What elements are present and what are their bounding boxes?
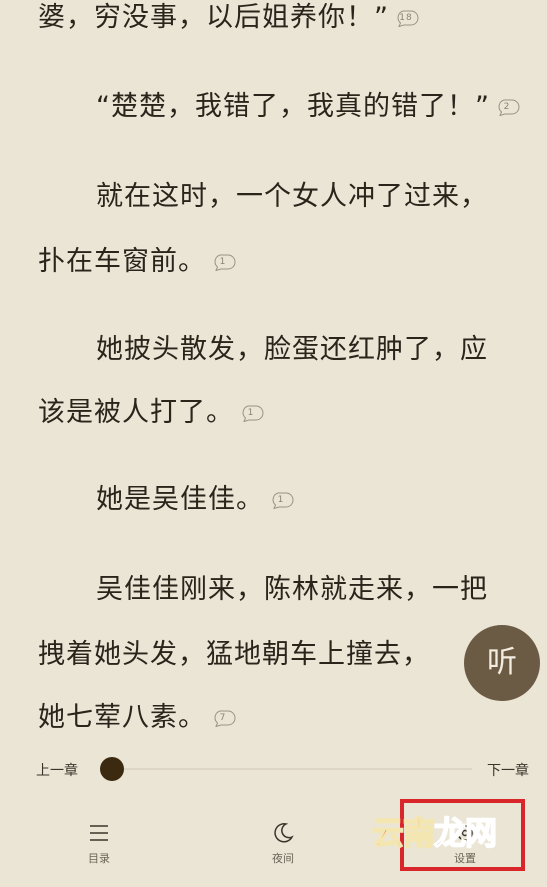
comment-count: 18 — [399, 13, 413, 23]
moon-icon — [243, 820, 323, 846]
paragraph: 婆，穷没事，以后姐养你！” 18 — [38, 3, 421, 33]
paragraph: 拽着她头发，猛地朝车上撞去， — [38, 640, 430, 670]
paragraph-text: 拽着她头发，猛地朝车上撞去， — [38, 639, 430, 670]
listen-button[interactable]: 听 — [464, 625, 540, 701]
menu-icon — [59, 820, 139, 846]
paragraph: 她披头散发，脸蛋还红肿了，应 — [96, 335, 488, 365]
watermark-logo: 云南龙网 — [371, 808, 498, 854]
paragraph-text: 该是被人打了。 — [38, 397, 234, 428]
paragraph: 她七荤八素。 7 — [38, 703, 238, 733]
comment-count: 2 — [503, 102, 511, 112]
paragraph-text: 扑在车窗前。 — [38, 246, 206, 277]
comment-bubble-icon[interactable]: 18 — [395, 10, 421, 27]
watermark-part2: 龙网 — [433, 813, 498, 853]
paragraph-text: 她七荤八素。 — [38, 702, 206, 733]
comment-count: 1 — [247, 408, 255, 418]
watermark-part1: 云南 — [371, 813, 436, 853]
tab-night[interactable]: 夜间 — [243, 820, 323, 866]
paragraph: 她是吴佳佳。 1 — [96, 485, 296, 515]
paragraph: 吴佳佳刚来，陈林就走来，一把 — [96, 575, 488, 605]
paragraph-text: 她披头散发，脸蛋还红肿了，应 — [96, 334, 488, 365]
paragraph-text: 她是吴佳佳。 — [96, 484, 264, 515]
comment-bubble-icon[interactable]: 1 — [212, 254, 238, 271]
prev-chapter-button[interactable]: 上一章 — [36, 760, 78, 780]
paragraph-text: 婆，穷没事，以后姐养你！” — [38, 2, 389, 33]
reader-content[interactable]: 婆，穷没事，以后姐养你！” 18 “楚楚，我错了，我真的错了！” 2 就在这时，一个… — [0, 0, 547, 740]
paragraph-text: 就在这时，一个女人冲了过来， — [96, 181, 488, 212]
comment-bubble-icon[interactable]: 1 — [240, 405, 266, 422]
paragraph: 就在这时，一个女人冲了过来， — [96, 182, 488, 212]
tab-toc-label: 目录 — [88, 852, 110, 865]
chapter-progress-knob[interactable] — [100, 757, 124, 781]
paragraph: 扑在车窗前。 1 — [38, 247, 238, 277]
paragraph-text: 吴佳佳刚来，陈林就走来，一把 — [96, 574, 488, 605]
paragraph: “楚楚，我错了，我真的错了！” 2 — [96, 92, 522, 122]
comment-count: 1 — [219, 257, 227, 267]
paragraph: 该是被人打了。 1 — [38, 398, 266, 428]
tab-toc[interactable]: 目录 — [59, 820, 139, 866]
comment-count: 1 — [277, 495, 285, 505]
comment-count: 7 — [219, 713, 227, 723]
next-chapter-button[interactable]: 下一章 — [487, 760, 529, 780]
tab-night-label: 夜间 — [272, 852, 294, 865]
paragraph-text: “楚楚，我错了，我真的错了！” — [96, 91, 490, 122]
chapter-progress-track[interactable] — [112, 768, 472, 770]
comment-bubble-icon[interactable]: 1 — [270, 492, 296, 509]
comment-bubble-icon[interactable]: 7 — [212, 710, 238, 727]
comment-bubble-icon[interactable]: 2 — [496, 99, 522, 116]
